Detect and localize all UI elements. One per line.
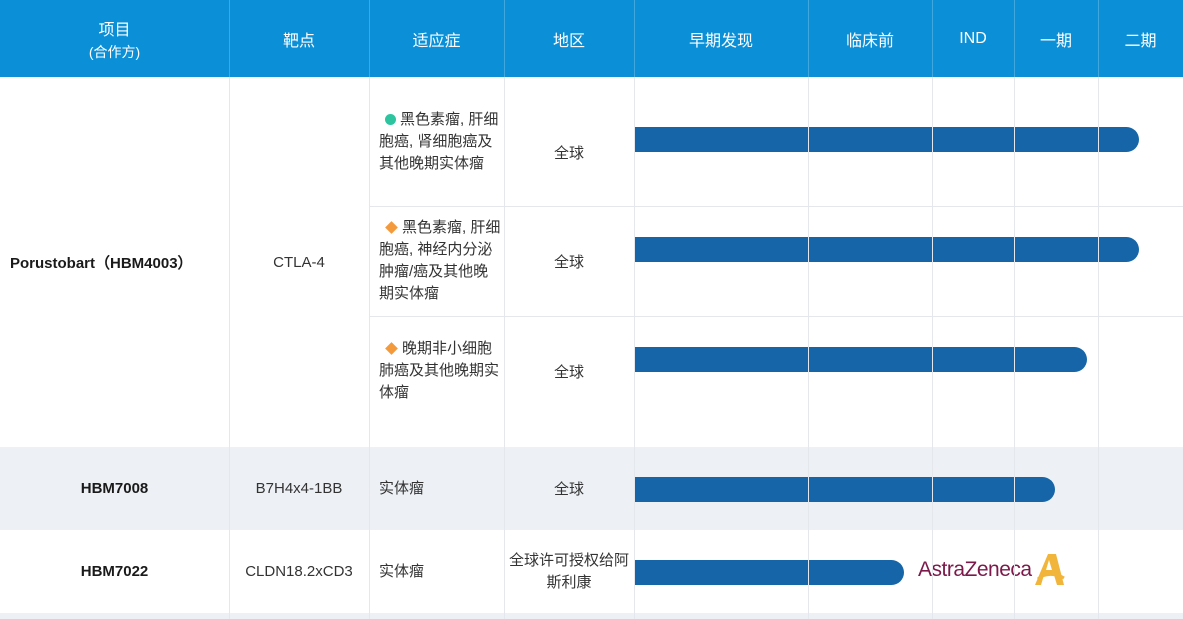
- indication-text: 黑色素瘤, 肝细胞癌, 神经内分泌肿瘤/癌及其他晚期实体瘤: [379, 219, 501, 302]
- progress-bar: [635, 347, 1087, 372]
- pipeline-row-hbm4003: Porustobart（HBM4003） CTLA-4 黑色素瘤, 肝细胞癌, …: [0, 77, 1183, 447]
- header-project-label: 项目: [98, 21, 131, 39]
- progress-bar: [635, 127, 1139, 152]
- indication-cell: 黑色素瘤, 肝细胞癌, 肾细胞癌及其他晚期实体瘤: [369, 77, 504, 206]
- indication-text: 黑色素瘤, 肝细胞癌, 肾细胞癌及其他晚期实体瘤: [379, 110, 499, 172]
- indication-cell: 晚期非小细胞肺癌及其他晚期实体瘤: [369, 316, 504, 426]
- region-text: 全球: [553, 481, 584, 498]
- next-row-edge: [0, 613, 1183, 619]
- diamond-marker-icon: [385, 342, 398, 355]
- progress-bar: [635, 477, 1055, 502]
- progress-bar: [635, 237, 1139, 262]
- region-text: 全球: [553, 363, 584, 381]
- header-stage-discovery: 早期发现: [688, 32, 753, 50]
- astrazeneca-logo: AstraZeneca: [918, 548, 1066, 592]
- target-name: CLDN18.2xCD3: [245, 563, 353, 580]
- pipeline-header: 项目 (合作方) 靶点 适应症 地区 早期发现 临床前 IND 一期 二期: [0, 0, 1183, 77]
- project-name: Porustobart（HBM4003）: [10, 254, 193, 272]
- header-target: 靶点: [282, 32, 315, 50]
- header-region: 地区: [552, 32, 585, 50]
- pipeline-row-hbm7008: HBM7008 B7H4x4-1BB 实体瘤 全球: [0, 447, 1183, 530]
- project-name: HBM7008: [80, 480, 149, 497]
- header-indication: 适应症: [412, 32, 461, 50]
- progress-bar: [635, 560, 904, 585]
- project-name: HBM7022: [80, 563, 149, 580]
- region-text: 全球: [553, 144, 584, 162]
- target-name: B7H4x4-1BB: [255, 480, 343, 497]
- pipeline-row-hbm7022: HBM7022 CLDN18.2xCD3 实体瘤 全球许可授权给阿斯利康 Ast…: [0, 530, 1183, 613]
- indication-text: 实体瘤: [379, 479, 425, 497]
- astrazeneca-mark-icon: [1034, 554, 1065, 585]
- diamond-marker-icon: [385, 221, 398, 234]
- indication-text: 实体瘤: [379, 562, 425, 580]
- header-stage-phase1: 一期: [1039, 32, 1072, 50]
- header-project: 项目 (合作方): [0, 0, 229, 77]
- circle-marker-icon: [385, 113, 396, 125]
- region-text: 全球许可授权给阿斯利康: [508, 551, 629, 591]
- target-name: CTLA-4: [273, 253, 325, 271]
- region-text: 全球: [553, 253, 584, 271]
- indication-cell: 黑色素瘤, 肝细胞癌, 神经内分泌肿瘤/癌及其他晚期实体瘤: [369, 206, 504, 316]
- header-stage-ind: IND: [959, 29, 987, 47]
- header-stage-preclinical: 临床前: [845, 32, 894, 50]
- header-stage-phase2: 二期: [1124, 32, 1157, 50]
- header-project-sub: (合作方): [88, 43, 141, 60]
